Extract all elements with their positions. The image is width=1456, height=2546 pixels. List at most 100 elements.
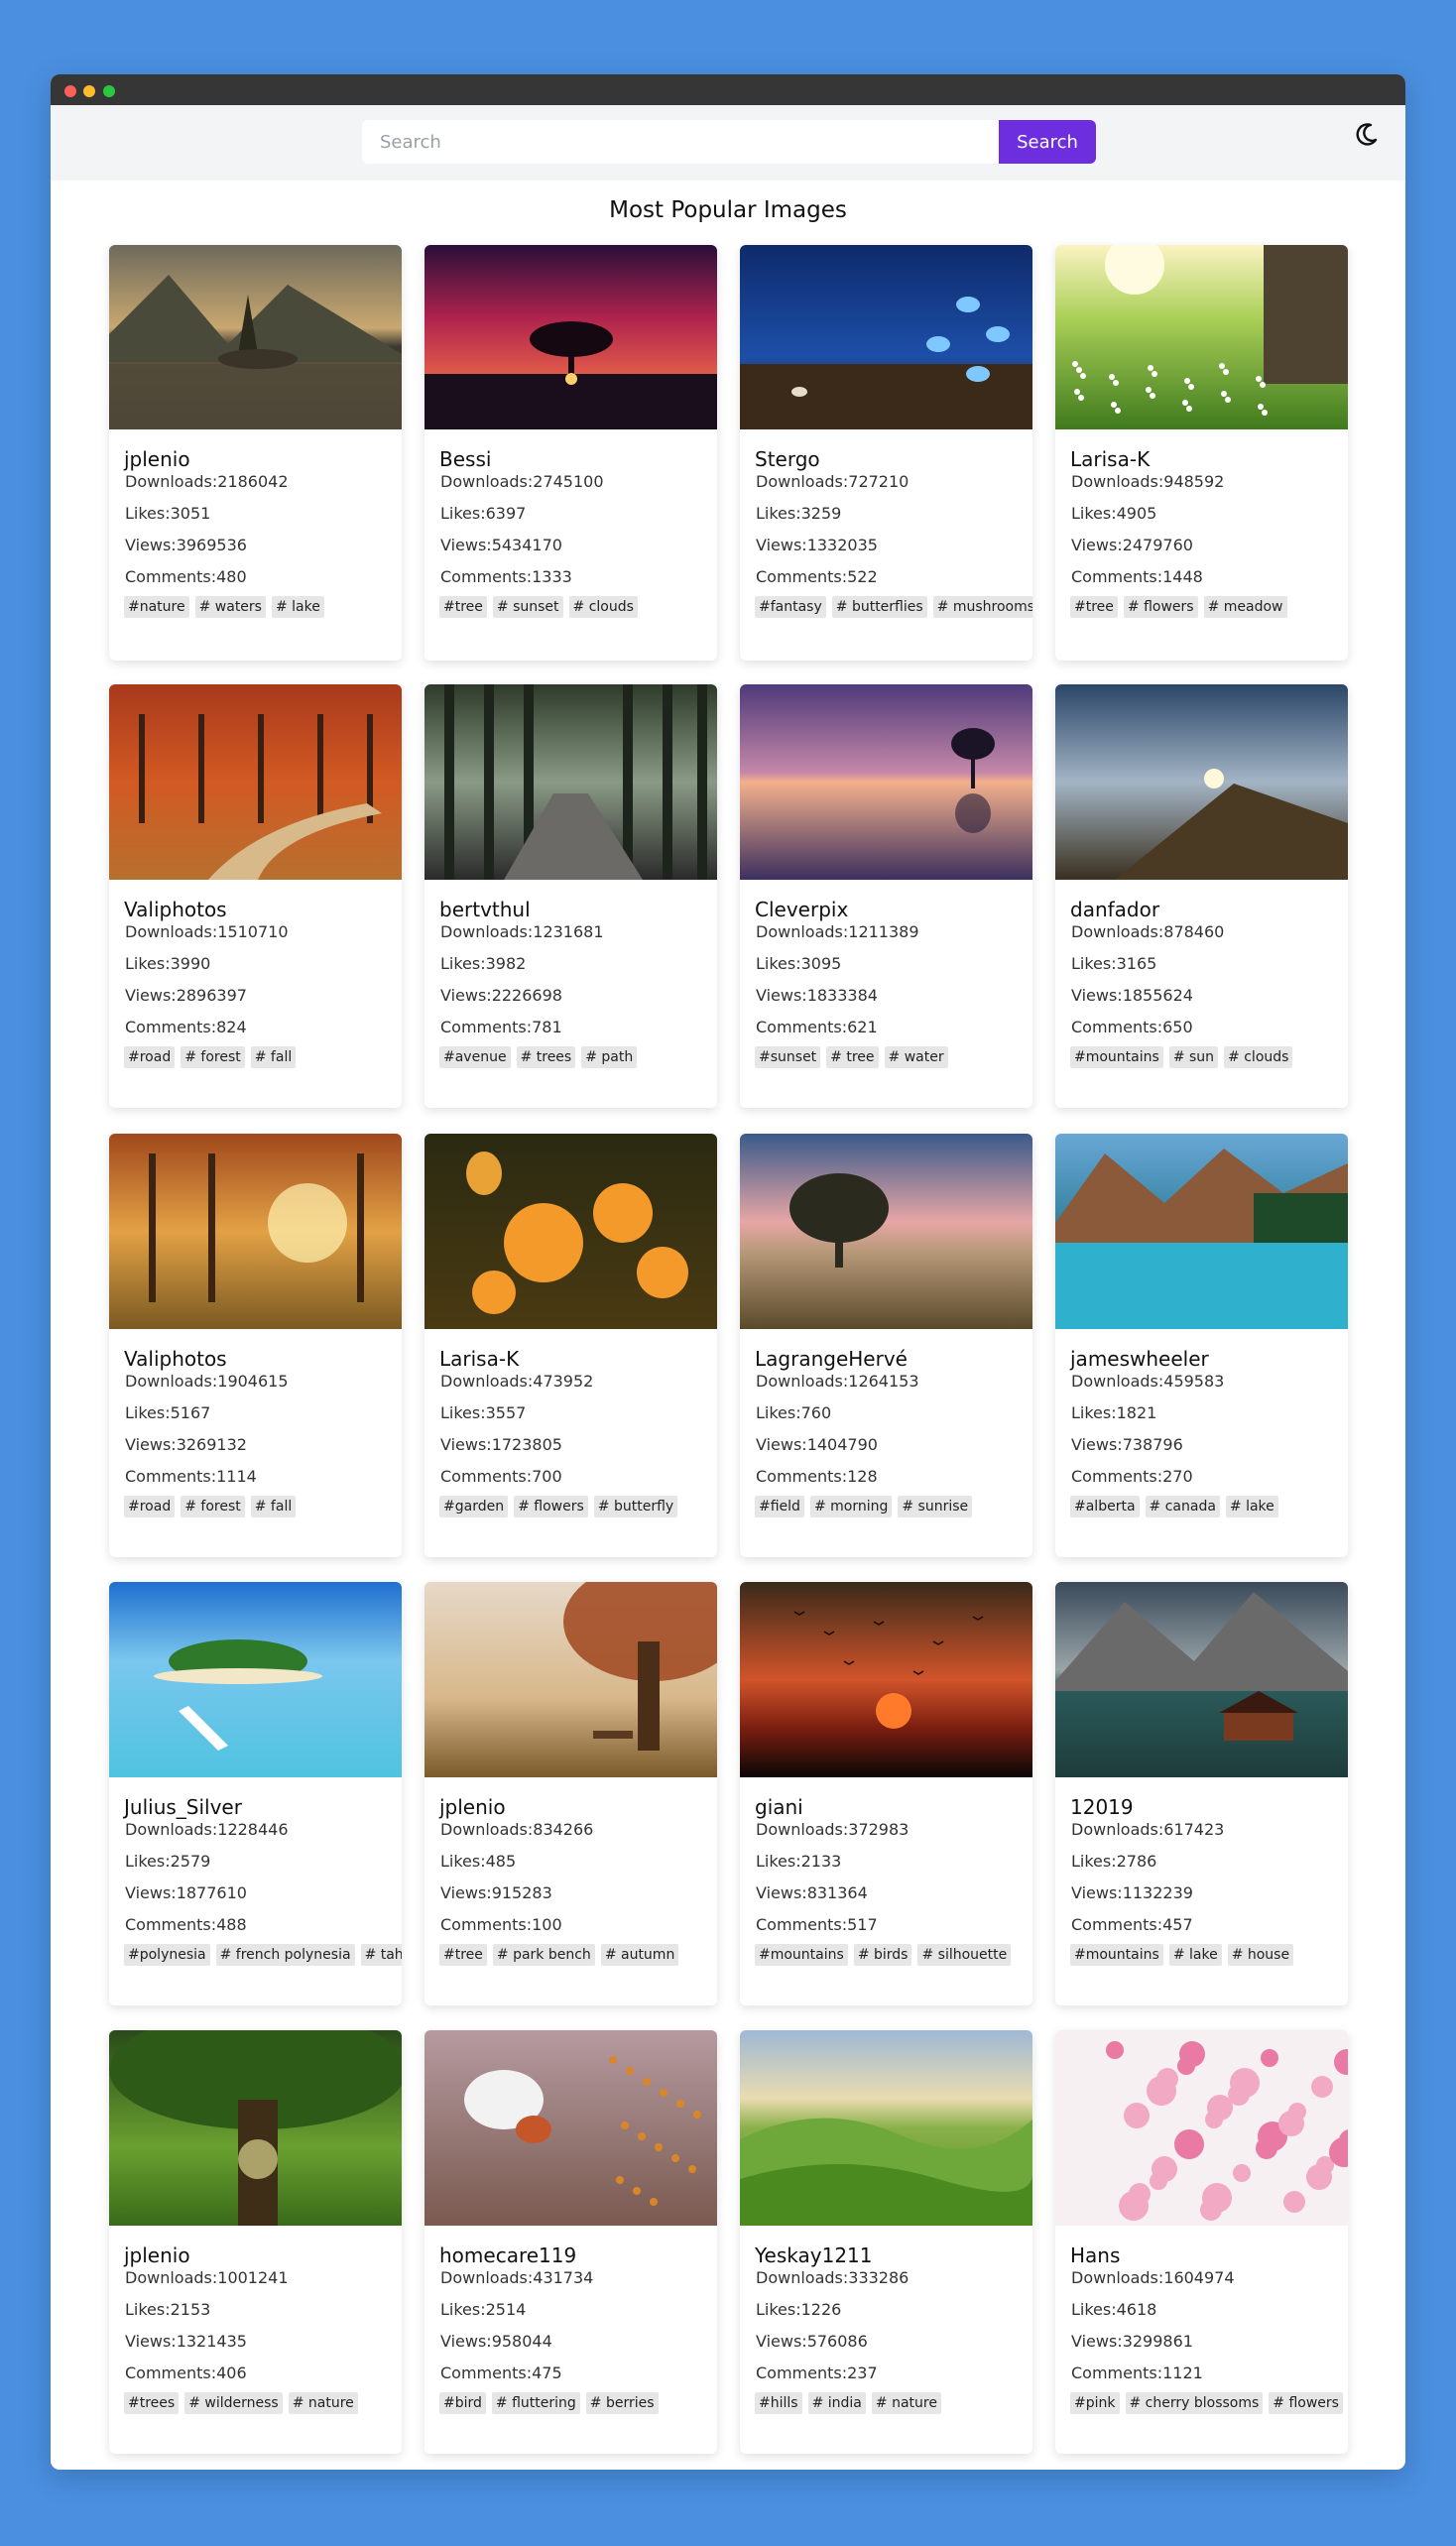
card-image[interactable] (109, 1582, 402, 1777)
image-card[interactable]: Larisa-K Downloads:948592 Likes:4905 Views:… (1055, 245, 1348, 661)
tag-chip[interactable]: #bird (439, 2392, 486, 2414)
tag-chip[interactable]: #tree (1070, 596, 1118, 618)
image-card[interactable]: LagrangeHervé Downloads:1264153 Likes:760 V… (740, 1134, 1032, 1557)
tag-chip[interactable]: # nature (288, 2392, 358, 2414)
tag-chip[interactable]: #field (755, 1496, 804, 1517)
tag-chip[interactable]: # silhouette (917, 1944, 1012, 1966)
tag-chip[interactable]: # butterfly (593, 1496, 678, 1517)
card-image[interactable] (109, 245, 402, 429)
image-card[interactable]: jplenio Downloads:2186042 Likes:3051 Views:… (109, 245, 402, 661)
tag-chip[interactable]: #mountains (755, 1944, 848, 1966)
image-card[interactable]: Bessi Downloads:2745100 Likes:6397 Views:54… (425, 245, 717, 661)
image-card[interactable]: Stergo Downloads:727210 Likes:3259 Views:13… (740, 245, 1032, 661)
card-image[interactable] (109, 684, 402, 880)
maximize-window-dot[interactable] (103, 85, 115, 97)
tag-chip[interactable]: # tahiti (360, 1944, 402, 1966)
moon-icon[interactable] (1352, 119, 1382, 149)
tag-chip[interactable]: #alberta (1070, 1496, 1140, 1517)
image-card[interactable]: danfador Downloads:878460 Likes:3165 Views:… (1055, 684, 1348, 1108)
tag-chip[interactable]: # trees (516, 1046, 576, 1068)
card-image[interactable] (1055, 2030, 1348, 2226)
card-image[interactable] (740, 245, 1032, 429)
tag-chip[interactable]: # wilderness (184, 2392, 283, 2414)
tag-chip[interactable]: #road (124, 1496, 176, 1517)
image-card[interactable]: Hans Downloads:1604974 Likes:4618 Views:329… (1055, 2030, 1348, 2454)
image-card[interactable]: Valiphotos Downloads:1510710 Likes:3990 Vie… (109, 684, 402, 1108)
image-card[interactable]: giani Downloads:372983 Likes:2133 Views:831… (740, 1582, 1032, 2005)
tag-chip[interactable]: # sunrise (898, 1496, 973, 1517)
tag-chip[interactable]: # autumn (600, 1944, 679, 1966)
tag-chip[interactable]: # india (807, 2392, 866, 2414)
card-image[interactable] (109, 2030, 402, 2226)
image-card[interactable]: 12019 Downloads:617423 Likes:2786 Views:113… (1055, 1582, 1348, 2005)
image-card[interactable]: homecare119 Downloads:431734 Likes:2514 Vie… (425, 2030, 717, 2454)
card-image[interactable] (425, 1582, 717, 1777)
card-image[interactable] (425, 245, 717, 429)
image-card[interactable]: Cleverpix Downloads:1211389 Likes:3095 View… (740, 684, 1032, 1108)
tag-chip[interactable]: # sun (1168, 1046, 1219, 1068)
tag-chip[interactable]: # lake (1225, 1496, 1278, 1517)
tag-chip[interactable]: # forest (181, 1046, 245, 1068)
card-image[interactable] (1055, 1134, 1348, 1329)
image-card[interactable]: Valiphotos Downloads:1904615 Likes:5167 Vie… (109, 1134, 402, 1557)
search-button[interactable]: Search (999, 120, 1096, 164)
tag-chip[interactable]: # french polynesia (215, 1944, 355, 1966)
tag-chip[interactable]: # house (1227, 1944, 1294, 1966)
tag-chip[interactable]: # flowers (514, 1496, 588, 1517)
tag-chip[interactable]: # canada (1145, 1496, 1220, 1517)
tag-chip[interactable]: #road (124, 1046, 176, 1068)
tag-chip[interactable]: #mountains (1070, 1046, 1163, 1068)
tag-chip[interactable]: #polynesia (124, 1944, 210, 1966)
search-input[interactable] (362, 120, 999, 164)
close-window-dot[interactable] (64, 85, 76, 97)
card-image[interactable] (740, 1134, 1032, 1329)
tag-chip[interactable]: # mushrooms (932, 596, 1032, 618)
tag-chip[interactable]: # lake (1168, 1944, 1222, 1966)
tag-chip[interactable]: # waters (194, 596, 266, 618)
card-image[interactable] (109, 1134, 402, 1329)
card-image[interactable] (740, 684, 1032, 880)
tag-chip[interactable]: # butterflies (831, 596, 927, 618)
image-card[interactable]: Yeskay1211 Downloads:333286 Likes:1226 View… (740, 2030, 1032, 2454)
card-image[interactable] (1055, 1582, 1348, 1777)
tag-chip[interactable]: # cherry blossoms (1125, 2392, 1264, 2414)
tag-chip[interactable]: # fluttering (491, 2392, 580, 2414)
tag-chip[interactable]: #nature (124, 596, 189, 618)
minimize-window-dot[interactable] (83, 85, 95, 97)
tag-chip[interactable]: # sunset (492, 596, 563, 618)
tag-chip[interactable]: # meadow (1203, 596, 1287, 618)
card-image[interactable] (425, 2030, 717, 2226)
tag-chip[interactable]: # nature (871, 2392, 941, 2414)
tag-chip[interactable]: # park bench (492, 1944, 595, 1966)
tag-chip[interactable]: # fall (250, 1046, 297, 1068)
tag-chip[interactable]: # path (581, 1046, 638, 1068)
tag-chip[interactable]: # lake (271, 596, 324, 618)
tag-chip[interactable]: # clouds (1224, 1046, 1293, 1068)
tag-chip[interactable]: #avenue (439, 1046, 511, 1068)
tag-chip[interactable]: #hills (755, 2392, 802, 2414)
tag-chip[interactable]: #sunset (755, 1046, 821, 1068)
tag-chip[interactable]: # tree (826, 1046, 879, 1068)
image-card[interactable]: Julius_Silver Downloads:1228446 Likes:2579… (109, 1582, 402, 2005)
tag-chip[interactable]: # flowers (1269, 2392, 1343, 2414)
tag-chip[interactable]: # morning (809, 1496, 893, 1517)
image-card[interactable]: bertvthul Downloads:1231681 Likes:3982 View… (425, 684, 717, 1108)
tag-chip[interactable]: # fall (250, 1496, 297, 1517)
card-image[interactable] (1055, 245, 1348, 429)
image-card[interactable]: jplenio Downloads:834266 Likes:485 Views:91… (425, 1582, 717, 2005)
tag-chip[interactable]: # berries (585, 2392, 659, 2414)
tag-chip[interactable]: #garden (439, 1496, 509, 1517)
tag-chip[interactable]: # flowers (1123, 596, 1198, 618)
tag-chip[interactable]: # water (884, 1046, 948, 1068)
card-image[interactable] (425, 1134, 717, 1329)
tag-chip[interactable]: #tree (439, 596, 487, 618)
card-image[interactable] (740, 2030, 1032, 2226)
tag-chip[interactable]: #mountains (1070, 1944, 1163, 1966)
tag-chip[interactable]: #tree (439, 1944, 487, 1966)
card-image[interactable] (740, 1582, 1032, 1777)
card-image[interactable] (425, 684, 717, 880)
tag-chip[interactable]: #trees (124, 2392, 180, 2414)
tag-chip[interactable]: # clouds (568, 596, 638, 618)
image-card[interactable]: jameswheeler Downloads:459583 Likes:1821 Vi… (1055, 1134, 1348, 1557)
tag-chip[interactable]: #pink (1070, 2392, 1120, 2414)
